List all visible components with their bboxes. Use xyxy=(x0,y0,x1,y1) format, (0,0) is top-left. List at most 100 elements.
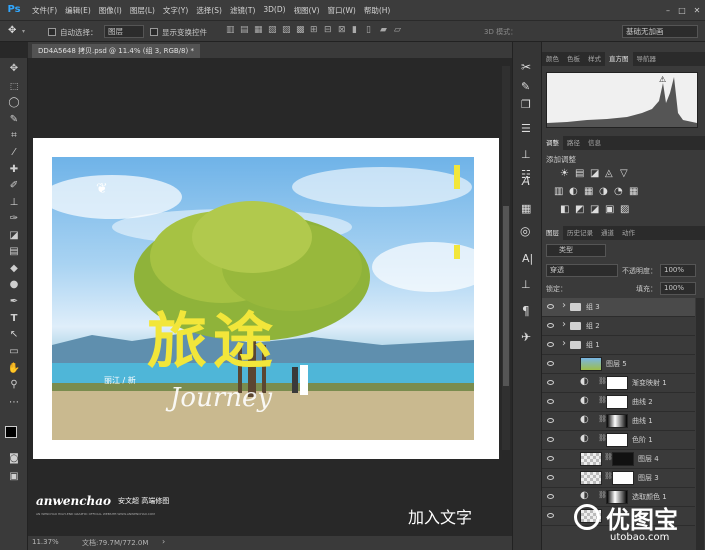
adjustment-icon[interactable]: ◑ xyxy=(599,186,608,197)
chevron-right-icon[interactable]: › xyxy=(162,537,165,546)
history-brush-tool-icon[interactable]: ✑ xyxy=(6,212,22,226)
eraser-tool-icon[interactable]: ◪ xyxy=(6,229,22,243)
eye-icon[interactable] xyxy=(547,475,554,480)
type-tool-icon[interactable]: T xyxy=(6,312,22,326)
adjustment-icon[interactable]: ▦ xyxy=(629,186,638,197)
menu-item[interactable]: 帮助(H) xyxy=(360,5,395,16)
panel-tab[interactable]: 调整 xyxy=(542,136,563,150)
maximize-button[interactable]: □ xyxy=(675,6,689,15)
eye-icon[interactable] xyxy=(547,304,554,309)
foreground-color-swatch[interactable] xyxy=(5,426,17,438)
stamp-icon[interactable]: ⊥ xyxy=(521,148,531,161)
zoom-level[interactable]: 11.37% xyxy=(32,538,59,546)
workspace-dropdown[interactable]: 基础无加画 xyxy=(622,25,698,38)
layer-row[interactable]: ⛓ 图层 4 xyxy=(542,450,695,469)
layer-row[interactable]: ◐ ⛓ 曲线 2 xyxy=(542,393,695,412)
adjustment-icon[interactable]: ◩ xyxy=(575,204,584,215)
panel-tab[interactable]: 直方图 xyxy=(605,52,633,66)
eye-icon[interactable] xyxy=(547,494,554,499)
align-icon[interactable]: ▱ xyxy=(394,25,404,35)
adjustment-icon[interactable]: ◔ xyxy=(614,186,623,197)
dodge-tool-icon[interactable]: ● xyxy=(6,278,22,292)
adjustment-icon[interactable]: ▨ xyxy=(620,204,629,215)
paragraph-icon[interactable]: ¶ xyxy=(522,304,530,318)
adjustment-icon[interactable]: ▤ xyxy=(575,168,584,179)
document-tab[interactable]: DD4A5648 拷贝.psd @ 11.4% (组 3, RGB/8) * xyxy=(32,44,200,58)
shape-tool-icon[interactable]: ▭ xyxy=(6,345,22,359)
chevron-right-icon[interactable]: › xyxy=(562,338,566,349)
eyedropper-tool-icon[interactable]: ⁄ xyxy=(6,146,22,160)
auto-select-dropdown[interactable]: 图层 xyxy=(104,25,144,38)
scrollbar-thumb[interactable] xyxy=(503,206,509,386)
align-icon[interactable]: ⊟ xyxy=(324,25,334,35)
eye-icon[interactable] xyxy=(547,456,554,461)
stamp-tool-icon[interactable]: ⊥ xyxy=(6,196,22,210)
adjustment-icon[interactable]: ☀ xyxy=(560,168,569,179)
move-tool-icon[interactable]: ✥ xyxy=(8,25,16,36)
brush-tool-icon[interactable]: ✐ xyxy=(6,179,22,193)
zoom-tool-icon[interactable]: ⚲ xyxy=(6,378,22,392)
eye-icon[interactable] xyxy=(547,399,554,404)
layer-row[interactable]: 图层 5 xyxy=(542,355,695,374)
panel-tab[interactable]: 动作 xyxy=(618,226,639,240)
layer-row[interactable]: ◐ ⛓ 渐变映射 1 xyxy=(542,374,695,393)
align-icon[interactable]: ▤ xyxy=(240,25,250,35)
panel-tab[interactable]: 路径 xyxy=(563,136,584,150)
panel-tab[interactable]: 通道 xyxy=(597,226,618,240)
panel-tab[interactable]: 信息 xyxy=(584,136,605,150)
align-icon[interactable]: ▮ xyxy=(352,25,362,35)
3d-icon[interactable]: ◎ xyxy=(520,224,530,238)
screen-mode-icon[interactable]: ▣ xyxy=(6,470,22,484)
pen-tool-icon[interactable]: ✒ xyxy=(6,295,22,309)
layer-row[interactable]: ⛓ 图层 3 xyxy=(542,469,695,488)
notes-icon[interactable]: ✈ xyxy=(521,330,531,344)
move-tool-icon[interactable]: ✥ xyxy=(6,62,22,76)
adjustment-icon[interactable]: ▥ xyxy=(554,186,563,197)
chevron-right-icon[interactable]: › xyxy=(562,300,566,311)
menu-item[interactable]: 编辑(E) xyxy=(61,5,95,16)
menu-item[interactable]: 文字(Y) xyxy=(159,5,192,16)
panel-tab[interactable]: 历史记录 xyxy=(563,226,597,240)
hand-tool-icon[interactable]: ✋ xyxy=(6,362,22,376)
healing-tool-icon[interactable]: ✚ xyxy=(6,163,22,177)
gradient-tool-icon[interactable]: ▤ xyxy=(6,245,22,259)
adjustment-icon[interactable]: ◬ xyxy=(605,168,613,179)
layer-row[interactable]: › 组 3 xyxy=(542,298,695,317)
canvas-area[interactable]: 旅途 Journey 丽江 / 新 ❦ anwenchao 安文超 高端修图 A… xyxy=(28,58,512,530)
adjust-icon[interactable]: ☰ xyxy=(521,122,531,135)
adjustment-icon[interactable]: ▽ xyxy=(620,168,628,179)
align-icon[interactable]: ▧ xyxy=(268,25,278,35)
adjustment-icon[interactable]: ◪ xyxy=(590,204,599,215)
eye-icon[interactable] xyxy=(547,361,554,366)
more-tools-icon[interactable]: ⋯ xyxy=(6,396,22,410)
align-icon[interactable]: ▩ xyxy=(296,25,306,35)
layer-kind-filter[interactable]: 类型 xyxy=(546,244,606,257)
panel-tab[interactable]: 图层 xyxy=(542,226,563,240)
timeline-icon[interactable]: ⊥ xyxy=(521,278,531,291)
layer-row[interactable]: ◐ ⛓ 曲线 1 xyxy=(542,412,695,431)
menu-item[interactable]: 图层(L) xyxy=(126,5,159,16)
brush-presets-icon[interactable]: ✎ xyxy=(521,80,530,93)
show-transform-checkbox[interactable] xyxy=(150,28,158,36)
path-select-tool-icon[interactable]: ↖ xyxy=(6,328,22,342)
align-icon[interactable]: ▯ xyxy=(366,25,376,35)
menu-item[interactable]: 视图(V) xyxy=(290,5,324,16)
glyphs-icon[interactable]: A| xyxy=(522,252,533,265)
minimize-button[interactable]: – xyxy=(661,6,675,15)
chevron-down-icon[interactable]: ▾ xyxy=(22,28,25,35)
align-icon[interactable]: ▨ xyxy=(282,25,292,35)
fill-input[interactable]: 100% xyxy=(660,282,696,295)
align-icon[interactable]: ▥ xyxy=(226,25,236,35)
menu-item[interactable]: 3D(D) xyxy=(259,5,289,16)
vertical-scrollbar[interactable] xyxy=(502,66,510,450)
adjustment-icon[interactable]: ▦ xyxy=(584,186,593,197)
panel-tab[interactable]: 导航器 xyxy=(633,52,661,66)
eye-icon[interactable] xyxy=(547,380,554,385)
tools-icon[interactable]: ✂ xyxy=(521,60,531,74)
panel-tab[interactable]: 色板 xyxy=(563,52,584,66)
adjustment-icon[interactable]: ◐ xyxy=(569,186,578,197)
marquee-tool-icon[interactable]: ⬚ xyxy=(6,80,22,94)
eye-icon[interactable] xyxy=(547,323,554,328)
menu-item[interactable]: 图像(I) xyxy=(95,5,126,16)
menu-item[interactable]: 窗口(W) xyxy=(324,5,360,16)
